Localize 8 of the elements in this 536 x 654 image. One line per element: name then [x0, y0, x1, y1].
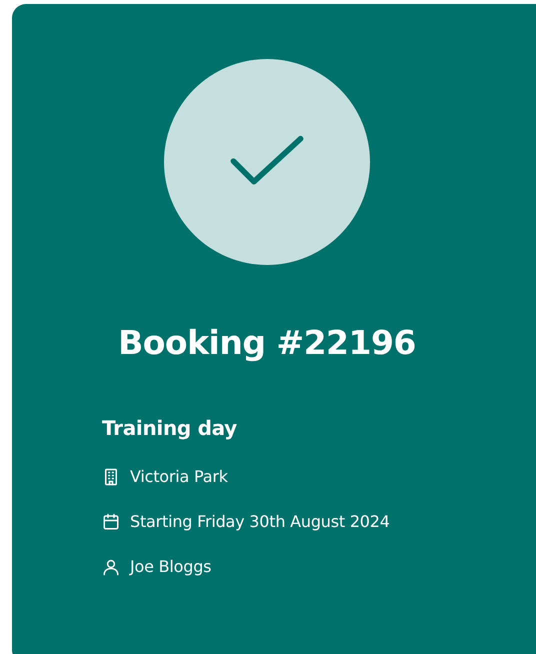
event-name: Training day [102, 416, 238, 440]
person-icon [102, 558, 120, 576]
detail-text: Victoria Park [130, 467, 228, 486]
detail-text: Starting Friday 30th August 2024 [130, 512, 390, 531]
calendar-icon [102, 512, 120, 530]
building-icon [102, 468, 120, 486]
booking-title: Booking #22196 [118, 323, 416, 362]
detail-text: Joe Bloggs [130, 557, 212, 576]
